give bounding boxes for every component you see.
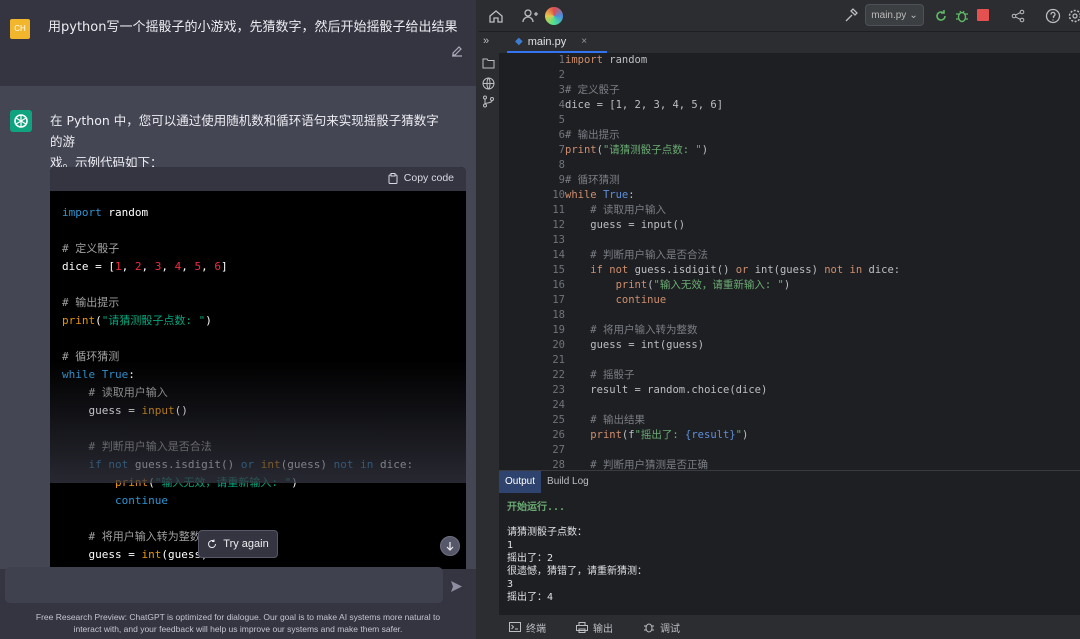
left-tool-strip: » bbox=[479, 32, 499, 639]
assistant-message-line: 在 Python 中，您可以通过使用随机数和循环语句来实现摇骰子猜数字的游 bbox=[50, 113, 439, 149]
python-file-icon: ◆ bbox=[515, 36, 523, 47]
console-output: 开始运行... 请猜测骰子点数： 1 摇出了：2 很遗憾，猜错了，请重新猜测： 3 摇出了：… bbox=[499, 493, 1080, 612]
try-again-button[interactable]: Try again bbox=[198, 530, 278, 558]
user-message: 用python写一个摇骰子的小游戏，先猜数字，然后开始摇骰子给出结果 bbox=[48, 20, 458, 35]
restart-icon[interactable] bbox=[932, 7, 950, 25]
run-header: 开始运行... bbox=[507, 502, 566, 513]
code-block-header: Copy code bbox=[50, 167, 466, 191]
scroll-down-button[interactable] bbox=[440, 536, 460, 556]
output-panel: Output Build Log 开始运行... 请猜测骰子点数： 1 摇出了：2 很遗… bbox=[499, 470, 1080, 615]
assistant-message: 在 Python 中，您可以通过使用随机数和循环语句来实现摇骰子猜数字的游 戏。… bbox=[50, 110, 450, 173]
output-line: 很遗憾，猜错了，请重新猜测： bbox=[507, 566, 647, 577]
help-icon[interactable] bbox=[1044, 7, 1062, 25]
tab-label: main.py bbox=[527, 35, 567, 48]
terminal-icon bbox=[509, 622, 521, 632]
printer-icon bbox=[576, 621, 588, 633]
footer-line: Free Research Preview: ChatGPT is optimi… bbox=[35, 612, 441, 622]
output-line: 请猜测骰子点数： bbox=[507, 527, 587, 538]
output-line: 摇出了：2 bbox=[507, 553, 554, 564]
copy-code-label: Copy code bbox=[403, 172, 454, 184]
folder-icon[interactable] bbox=[482, 57, 495, 69]
stop-icon[interactable] bbox=[977, 9, 989, 21]
fade-overlay bbox=[50, 360, 466, 483]
terminal-label: 终端 bbox=[526, 623, 546, 635]
editor-tabbar: ◆ main.py × bbox=[499, 32, 1080, 53]
git-branch-icon[interactable] bbox=[482, 95, 495, 108]
send-icon[interactable] bbox=[450, 580, 463, 593]
tab-output[interactable]: Output bbox=[499, 471, 542, 493]
clipboard-icon bbox=[388, 172, 398, 184]
globe-icon[interactable] bbox=[482, 77, 495, 90]
expand-icon[interactable]: » bbox=[483, 35, 489, 47]
chevron-down-icon: ⌄ bbox=[909, 9, 918, 21]
debug-button[interactable]: 调试 bbox=[643, 620, 680, 635]
home-icon[interactable] bbox=[487, 7, 505, 25]
chatgpt-panel: CH 用python写一个摇骰子的小游戏，先猜数字，然后开始摇骰子给出结果 在 … bbox=[0, 0, 476, 639]
tab-main-py[interactable]: ◆ main.py × bbox=[507, 32, 607, 53]
footer-disclaimer: Free Research Preview: ChatGPT is optimi… bbox=[0, 611, 476, 635]
message-input[interactable] bbox=[5, 567, 443, 603]
hammer-icon[interactable] bbox=[842, 7, 860, 25]
debug-label: 调试 bbox=[660, 623, 680, 635]
bug-icon bbox=[644, 623, 654, 633]
ide-panel: main.py ⌄ » ◆ main.py × 1 2 3 4 5 6 7 8 9 10 11 12 1… bbox=[479, 0, 1080, 639]
output-line: 摇出了：4 bbox=[507, 592, 554, 603]
footer-line: interact with, and your feedback will he… bbox=[73, 624, 403, 634]
bottom-toolbar: 终端 输出 调试 bbox=[499, 615, 1080, 639]
arrow-down-icon bbox=[446, 542, 454, 551]
editor-code: import random # 定义骰子 dice = [1, 2, 3, 4,… bbox=[565, 54, 901, 470]
settings-icon[interactable] bbox=[1066, 7, 1080, 25]
output-label: 输出 bbox=[593, 623, 613, 635]
run-config-select[interactable]: main.py ⌄ bbox=[865, 4, 924, 26]
refresh-icon bbox=[208, 539, 217, 549]
tab-build-log[interactable]: Build Log bbox=[541, 471, 595, 493]
chatgpt-logo-icon bbox=[10, 110, 32, 132]
edit-icon[interactable] bbox=[450, 44, 464, 58]
user-avatar: CH bbox=[10, 19, 30, 39]
output-line: 3 bbox=[507, 579, 514, 590]
debug-icon[interactable] bbox=[953, 7, 971, 25]
user-message-row: CH 用python写一个摇骰子的小游戏，先猜数字，然后开始摇骰子给出结果 bbox=[0, 0, 476, 86]
assistant-message-row: 在 Python 中，您可以通过使用随机数和循环语句来实现摇骰子猜数字的游 戏。… bbox=[0, 86, 476, 569]
terminal-button[interactable]: 终端 bbox=[509, 620, 546, 635]
output-tabs: Output Build Log bbox=[499, 471, 1080, 493]
share-icon[interactable] bbox=[1009, 7, 1027, 25]
avatar[interactable] bbox=[545, 7, 563, 25]
close-icon[interactable]: × bbox=[581, 36, 587, 47]
code-editor[interactable]: 1 2 3 4 5 6 7 8 9 10 11 12 13 14 15 16 17 18 19 20 21 22 23 24 2… bbox=[499, 53, 1080, 470]
output-button[interactable]: 输出 bbox=[576, 620, 613, 635]
output-line: 1 bbox=[507, 540, 514, 551]
run-config-label: main.py bbox=[871, 9, 907, 21]
ide-toolbar: main.py ⌄ bbox=[479, 0, 1080, 32]
line-numbers: 1 2 3 4 5 6 7 8 9 10 11 12 13 14 15 16 17 18 19 20 21 22 23 24 2… bbox=[552, 54, 565, 470]
add-user-icon[interactable] bbox=[521, 7, 539, 25]
try-again-label: Try again bbox=[223, 538, 269, 550]
copy-code-button[interactable]: Copy code bbox=[388, 172, 454, 184]
